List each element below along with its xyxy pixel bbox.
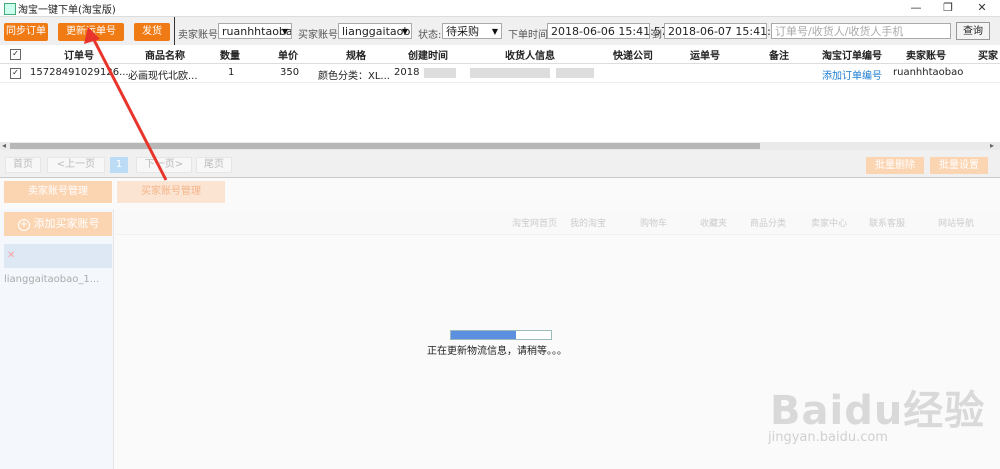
arrow-shaft: [91, 37, 168, 181]
baidu-watermark-logo: Baidu经验: [770, 388, 986, 434]
baidu-watermark-url: jingyan.baidu.com: [768, 430, 888, 445]
arrow-head: [84, 27, 100, 44]
